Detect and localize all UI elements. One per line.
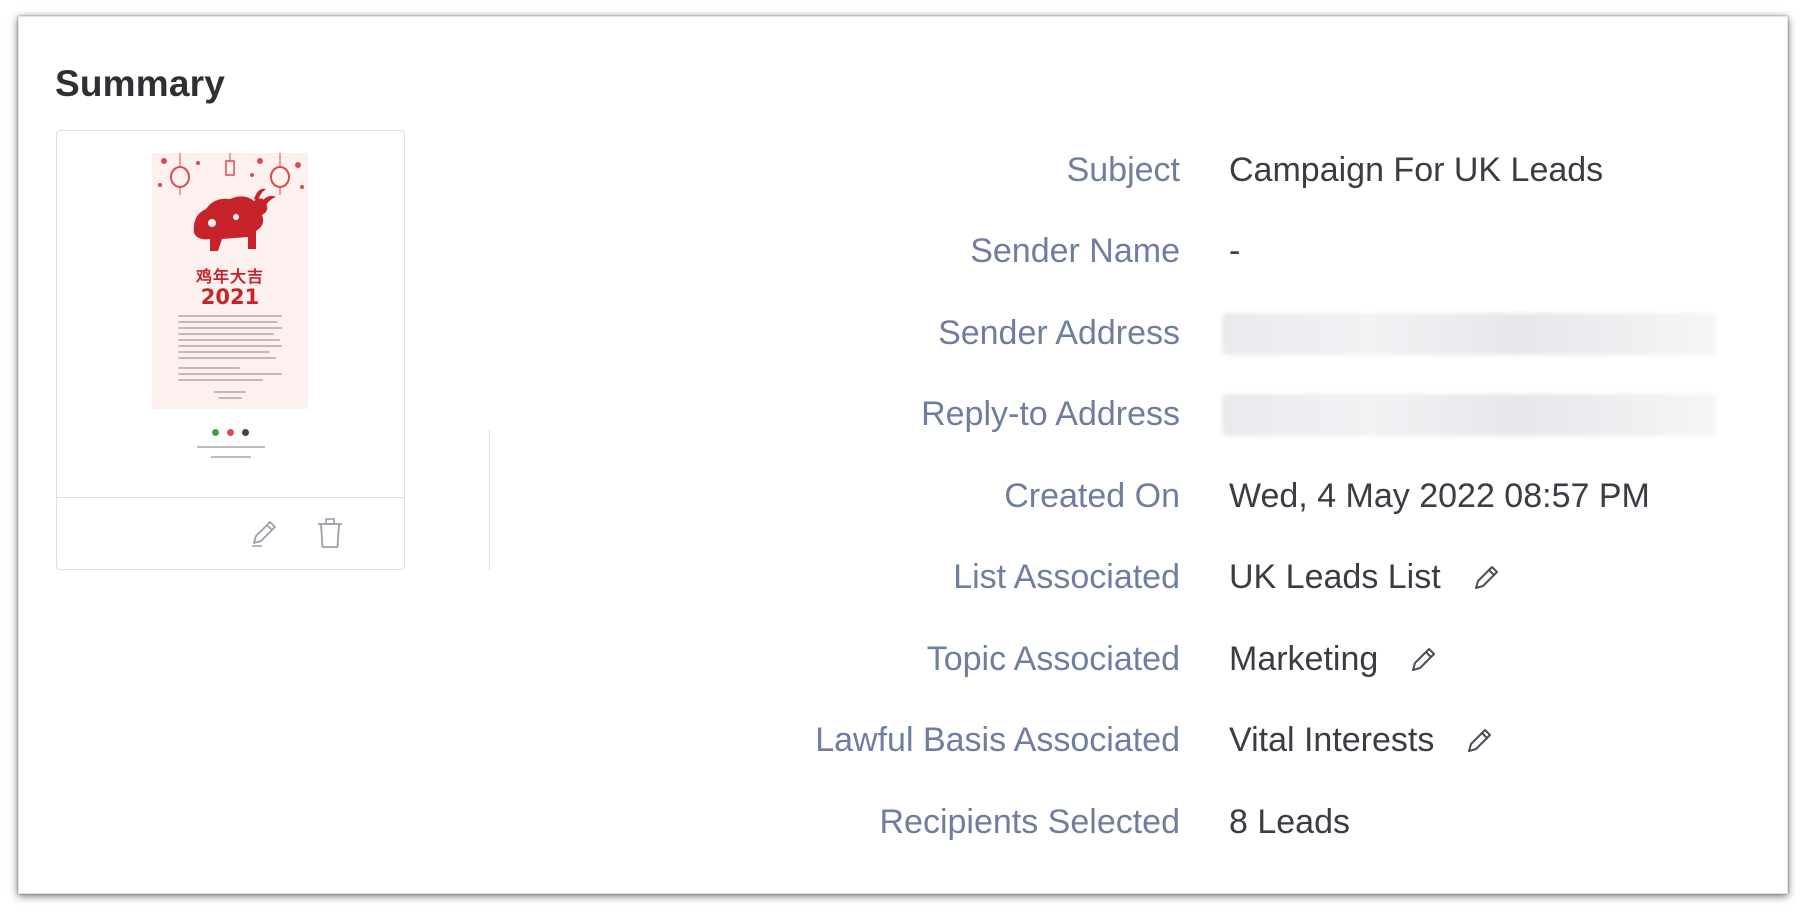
field-label: Reply-to Address	[921, 395, 1180, 433]
field-value: Campaign For UK Leads	[1229, 140, 1603, 200]
field-label: Recipients Selected	[879, 803, 1180, 841]
list-associated-value: UK Leads List	[1229, 558, 1441, 596]
field-value: Marketing	[1229, 629, 1442, 689]
field-value: UK Leads List	[1229, 547, 1505, 607]
field-value: Wed, 4 May 2022 08:57 PM	[1229, 466, 1650, 526]
field-label: Sender Address	[938, 314, 1180, 352]
edit-list-pencil-icon[interactable]	[1469, 559, 1505, 595]
field-value: -	[1229, 221, 1240, 281]
field-label: Subject	[1066, 151, 1180, 189]
field-label: Lawful Basis Associated	[815, 721, 1180, 759]
row-list-associated: List Associated UK Leads List	[19, 547, 1789, 607]
field-label: List Associated	[953, 558, 1180, 596]
edit-topic-pencil-icon[interactable]	[1406, 641, 1442, 677]
summary-panel: Summary 鸡年大吉 2021 Subject Campaign For U…	[18, 16, 1788, 894]
row-created-on: Created On Wed, 4 May 2022 08:57 PM	[19, 466, 1789, 526]
row-topic-associated: Topic Associated Marketing	[19, 629, 1789, 689]
edit-lawful-basis-pencil-icon[interactable]	[1462, 722, 1498, 758]
field-label: Created On	[1004, 477, 1180, 515]
row-sender-address: Sender Address	[19, 303, 1789, 363]
field-label: Topic Associated	[926, 640, 1180, 678]
row-lawful-basis-associated: Lawful Basis Associated Vital Interests	[19, 710, 1789, 770]
field-value: Vital Interests	[1229, 710, 1498, 770]
recipients-selected-value: 8 Leads	[1229, 803, 1350, 841]
created-on-value: Wed, 4 May 2022 08:57 PM	[1229, 477, 1650, 515]
row-reply-to-address: Reply-to Address	[19, 384, 1789, 444]
redacted-reply-to-address	[1222, 394, 1716, 436]
field-label: Sender Name	[970, 232, 1180, 270]
row-sender-name: Sender Name -	[19, 221, 1789, 281]
page-title: Summary	[55, 63, 226, 104]
row-subject: Subject Campaign For UK Leads	[19, 140, 1789, 200]
row-recipients-selected: Recipients Selected 8 Leads	[19, 792, 1789, 852]
topic-associated-value: Marketing	[1229, 640, 1379, 678]
redacted-sender-address	[1222, 313, 1716, 355]
field-value: 8 Leads	[1229, 792, 1350, 852]
subject-value: Campaign For UK Leads	[1229, 151, 1604, 189]
sender-name-value: -	[1229, 232, 1241, 270]
lawful-basis-value: Vital Interests	[1229, 721, 1435, 759]
